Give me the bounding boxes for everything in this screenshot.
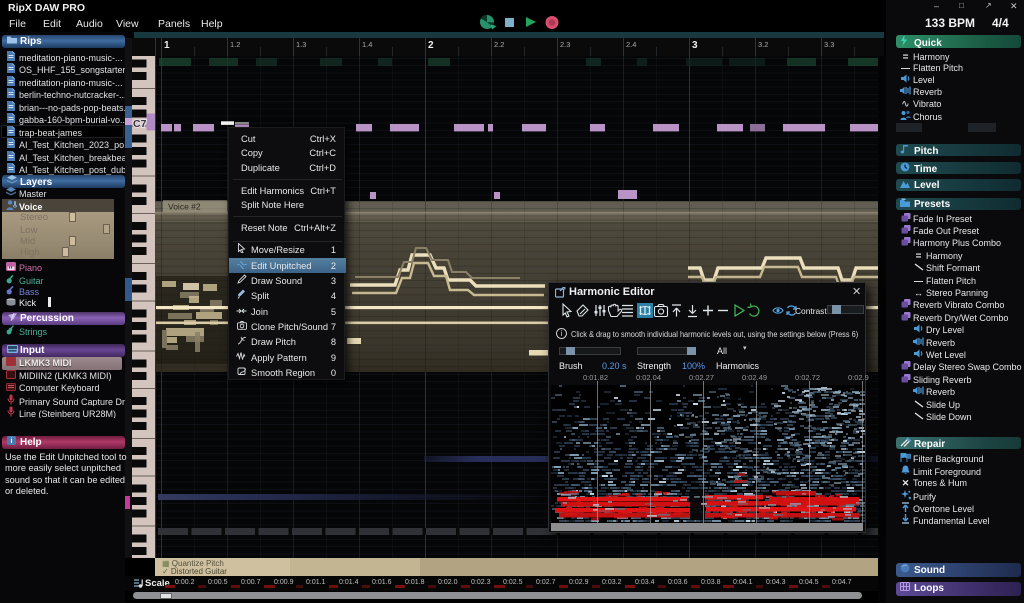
svg-text:Voice #2: Voice #2 bbox=[168, 202, 201, 212]
svg-text:i: i bbox=[11, 438, 13, 445]
